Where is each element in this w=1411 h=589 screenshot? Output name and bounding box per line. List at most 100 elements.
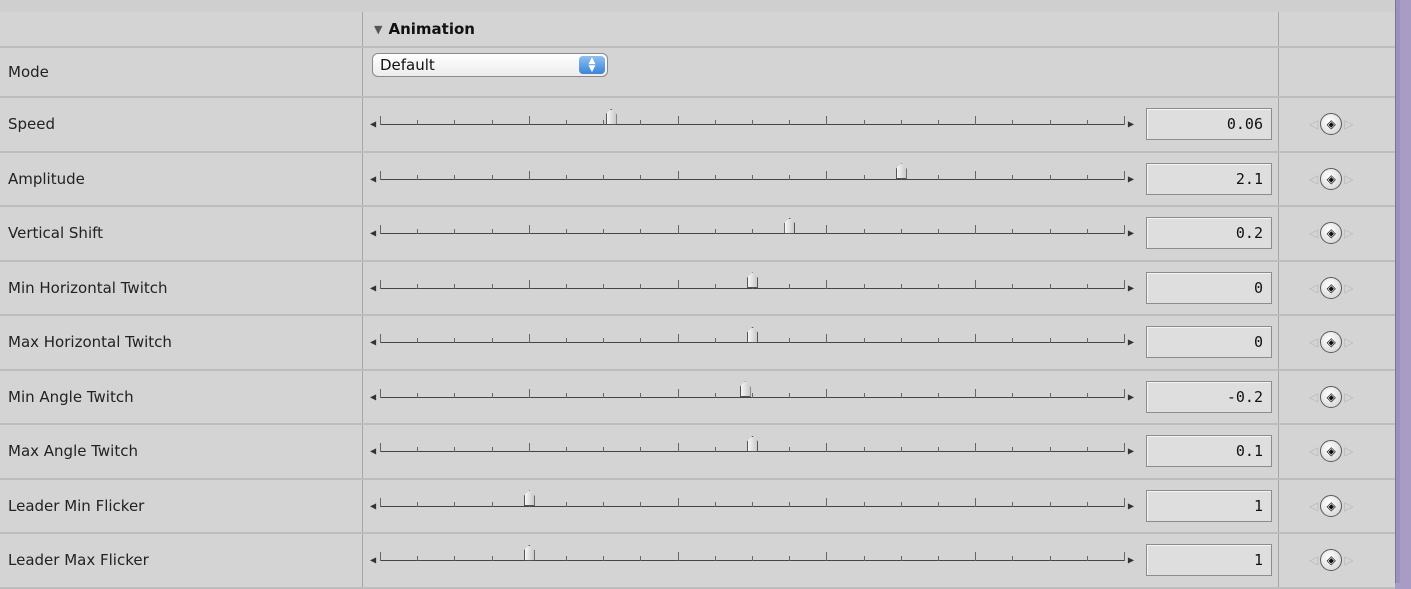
add-keyframe-icon[interactable]: ◈ <box>1320 549 1343 572</box>
arrow-left-icon[interactable]: ◀ <box>370 501 376 510</box>
slider-track[interactable] <box>380 435 1125 453</box>
slider-thumb[interactable] <box>523 490 535 507</box>
slider-tick <box>938 229 939 235</box>
slider-thumb[interactable] <box>605 108 617 125</box>
previous-keyframe-icon[interactable]: ◁ <box>1309 172 1318 186</box>
add-keyframe-icon[interactable]: ◈ <box>1320 494 1343 517</box>
previous-keyframe-icon[interactable]: ◁ <box>1309 281 1318 295</box>
previous-keyframe-icon[interactable]: ◁ <box>1309 444 1318 458</box>
slider-track[interactable] <box>380 163 1125 180</box>
add-keyframe-icon[interactable]: ◈ <box>1320 222 1343 245</box>
arrow-right-icon[interactable]: ▶ <box>1128 556 1134 565</box>
param-value-field[interactable]: 0.1 <box>1146 435 1272 468</box>
next-keyframe-icon[interactable]: ▷ <box>1344 335 1353 349</box>
slider-track[interactable] <box>380 272 1125 289</box>
param-slider[interactable]: ◀ ▶ <box>370 98 1134 151</box>
slider-track[interactable] <box>380 326 1125 344</box>
next-keyframe-icon[interactable]: ▷ <box>1344 226 1353 240</box>
slider-tick <box>491 556 493 562</box>
arrow-right-icon[interactable]: ▶ <box>1128 447 1134 456</box>
slider-track[interactable] <box>380 217 1125 235</box>
add-keyframe-icon[interactable]: ◈ <box>1320 167 1343 190</box>
next-keyframe-icon[interactable]: ▷ <box>1344 499 1353 513</box>
slider-tick <box>1049 120 1051 126</box>
arrow-right-icon[interactable]: ▶ <box>1128 229 1134 238</box>
slider-track[interactable] <box>380 381 1125 398</box>
mode-popup[interactable]: Default ▲ ▼ <box>372 53 608 77</box>
param-slider[interactable]: ◀ ▶ <box>370 425 1134 478</box>
arrow-right-icon[interactable]: ▶ <box>1128 338 1134 347</box>
slider-thumb[interactable] <box>747 435 758 452</box>
slider-tick <box>380 552 381 562</box>
arrow-right-icon[interactable]: ▶ <box>1128 283 1134 292</box>
slider-track[interactable] <box>380 544 1125 562</box>
slider-thumb[interactable] <box>523 544 535 561</box>
arrow-left-icon[interactable]: ◀ <box>370 174 376 183</box>
add-keyframe-icon[interactable]: ◈ <box>1320 113 1343 136</box>
slider-thumb[interactable] <box>747 272 758 289</box>
param-slider[interactable]: ◀ ▶ <box>370 153 1134 206</box>
slider-thumb[interactable] <box>784 217 796 234</box>
param-slider[interactable]: ◀ ▶ <box>370 262 1134 315</box>
next-keyframe-icon[interactable]: ▷ <box>1344 390 1353 404</box>
slider-track[interactable] <box>380 490 1125 507</box>
next-keyframe-icon[interactable]: ▷ <box>1344 117 1353 131</box>
header-title-cell[interactable]: ▼ Animation <box>362 12 1279 46</box>
param-slider[interactable]: ◀ ▶ <box>370 371 1134 424</box>
param-value-field[interactable]: 0 <box>1146 326 1272 359</box>
slider-tick <box>454 283 456 289</box>
arrow-left-icon[interactable]: ◀ <box>370 392 376 401</box>
triangle-down-icon[interactable]: ▼ <box>374 23 382 36</box>
add-keyframe-icon[interactable]: ◈ <box>1320 331 1343 354</box>
slider-tick <box>603 338 605 344</box>
previous-keyframe-icon[interactable]: ◁ <box>1309 117 1318 131</box>
section-header-row[interactable]: ▼ Animation <box>0 12 1395 48</box>
previous-keyframe-icon[interactable]: ◁ <box>1309 390 1318 404</box>
slider-tick <box>863 120 865 126</box>
slider-track[interactable] <box>380 108 1125 126</box>
param-control-cell: ◀ ▶ 1 <box>362 534 1279 587</box>
slider-thumb[interactable] <box>895 163 907 180</box>
param-value-field[interactable]: 0.2 <box>1146 217 1272 250</box>
previous-keyframe-icon[interactable]: ◁ <box>1309 226 1318 240</box>
arrow-left-icon[interactable]: ◀ <box>370 283 376 292</box>
add-keyframe-icon[interactable]: ◈ <box>1320 440 1343 463</box>
next-keyframe-icon[interactable]: ▷ <box>1344 281 1353 295</box>
param-value-field[interactable]: 1 <box>1146 544 1272 577</box>
arrow-right-icon[interactable]: ▶ <box>1128 174 1134 183</box>
next-keyframe-icon[interactable]: ▷ <box>1344 172 1353 186</box>
add-keyframe-icon[interactable]: ◈ <box>1320 276 1343 299</box>
arrow-right-icon[interactable]: ▶ <box>1128 120 1134 129</box>
next-keyframe-icon[interactable]: ▷ <box>1344 553 1353 567</box>
up-down-stepper-icon[interactable]: ▲ ▼ <box>579 56 605 74</box>
next-keyframe-icon[interactable]: ▷ <box>1344 444 1353 458</box>
arrow-left-icon[interactable]: ◀ <box>370 338 376 347</box>
param-value-field[interactable]: 2.1 <box>1146 162 1272 195</box>
slider-tick <box>677 388 679 398</box>
arrow-left-icon[interactable]: ◀ <box>370 556 376 565</box>
arrow-right-icon[interactable]: ▶ <box>1128 392 1134 401</box>
previous-keyframe-icon[interactable]: ◁ <box>1309 553 1318 567</box>
section-title[interactable]: ▼ Animation <box>374 20 475 38</box>
param-slider[interactable]: ◀ ▶ <box>370 316 1134 369</box>
param-value-field[interactable]: 0.06 <box>1146 108 1272 141</box>
arrow-left-icon[interactable]: ◀ <box>370 229 376 238</box>
param-slider[interactable]: ◀ ▶ <box>370 480 1134 533</box>
header-label-cell <box>0 12 363 46</box>
arrow-left-icon[interactable]: ◀ <box>370 120 376 129</box>
param-value-field[interactable]: 1 <box>1146 489 1272 522</box>
param-slider[interactable]: ◀ ▶ <box>370 534 1134 587</box>
arrow-right-icon[interactable]: ▶ <box>1128 501 1134 510</box>
param-value-field[interactable]: 0 <box>1146 271 1272 304</box>
keyframe-controls: ◁ ◈ ▷ <box>1309 494 1353 517</box>
param-slider[interactable]: ◀ ▶ <box>370 207 1134 260</box>
param-label-cell: Max Horizontal Twitch <box>0 316 363 369</box>
slider-thumb[interactable] <box>747 326 758 343</box>
add-keyframe-icon[interactable]: ◈ <box>1320 385 1343 408</box>
param-value-field[interactable]: -0.2 <box>1146 380 1272 413</box>
previous-keyframe-icon[interactable]: ◁ <box>1309 499 1318 513</box>
arrow-left-icon[interactable]: ◀ <box>370 447 376 456</box>
slider-tick <box>975 497 977 507</box>
previous-keyframe-icon[interactable]: ◁ <box>1309 335 1318 349</box>
slider-thumb[interactable] <box>739 381 751 398</box>
